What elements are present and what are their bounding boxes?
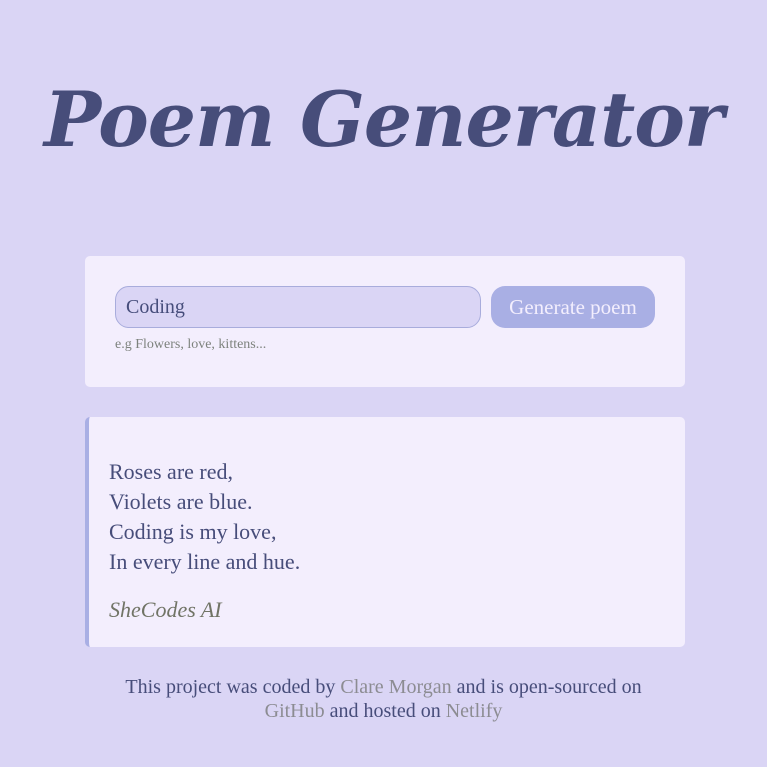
input-hint: e.g Flowers, love, kittens...: [115, 337, 267, 352]
poem-form: Generate poem e.g Flowers, love, kittens…: [85, 256, 685, 387]
poem-signature: SheCodes AI: [109, 597, 222, 622]
poem-line: Violets are blue.: [109, 489, 253, 514]
github-link[interactable]: GitHub: [265, 700, 325, 722]
topic-input[interactable]: [115, 286, 481, 328]
footer-text: and is open-sourced on: [451, 676, 642, 698]
poem-line: Roses are red,: [109, 459, 234, 484]
author-link[interactable]: Clare Morgan: [340, 676, 451, 698]
footer-text: and hosted on: [324, 700, 446, 722]
generate-poem-button[interactable]: Generate poem: [491, 286, 655, 328]
poem-output: Roses are red, Violets are blue. Coding …: [85, 417, 685, 647]
poem-line: In every line and hue.: [109, 549, 301, 574]
footer-text: This project was coded by: [125, 676, 341, 698]
netlify-link[interactable]: Netlify: [446, 700, 503, 722]
poem-line: Coding is my love,: [109, 519, 277, 544]
footer: This project was coded by Clare Morgan a…: [0, 675, 767, 723]
page-title: Poem Generator: [43, 75, 724, 164]
